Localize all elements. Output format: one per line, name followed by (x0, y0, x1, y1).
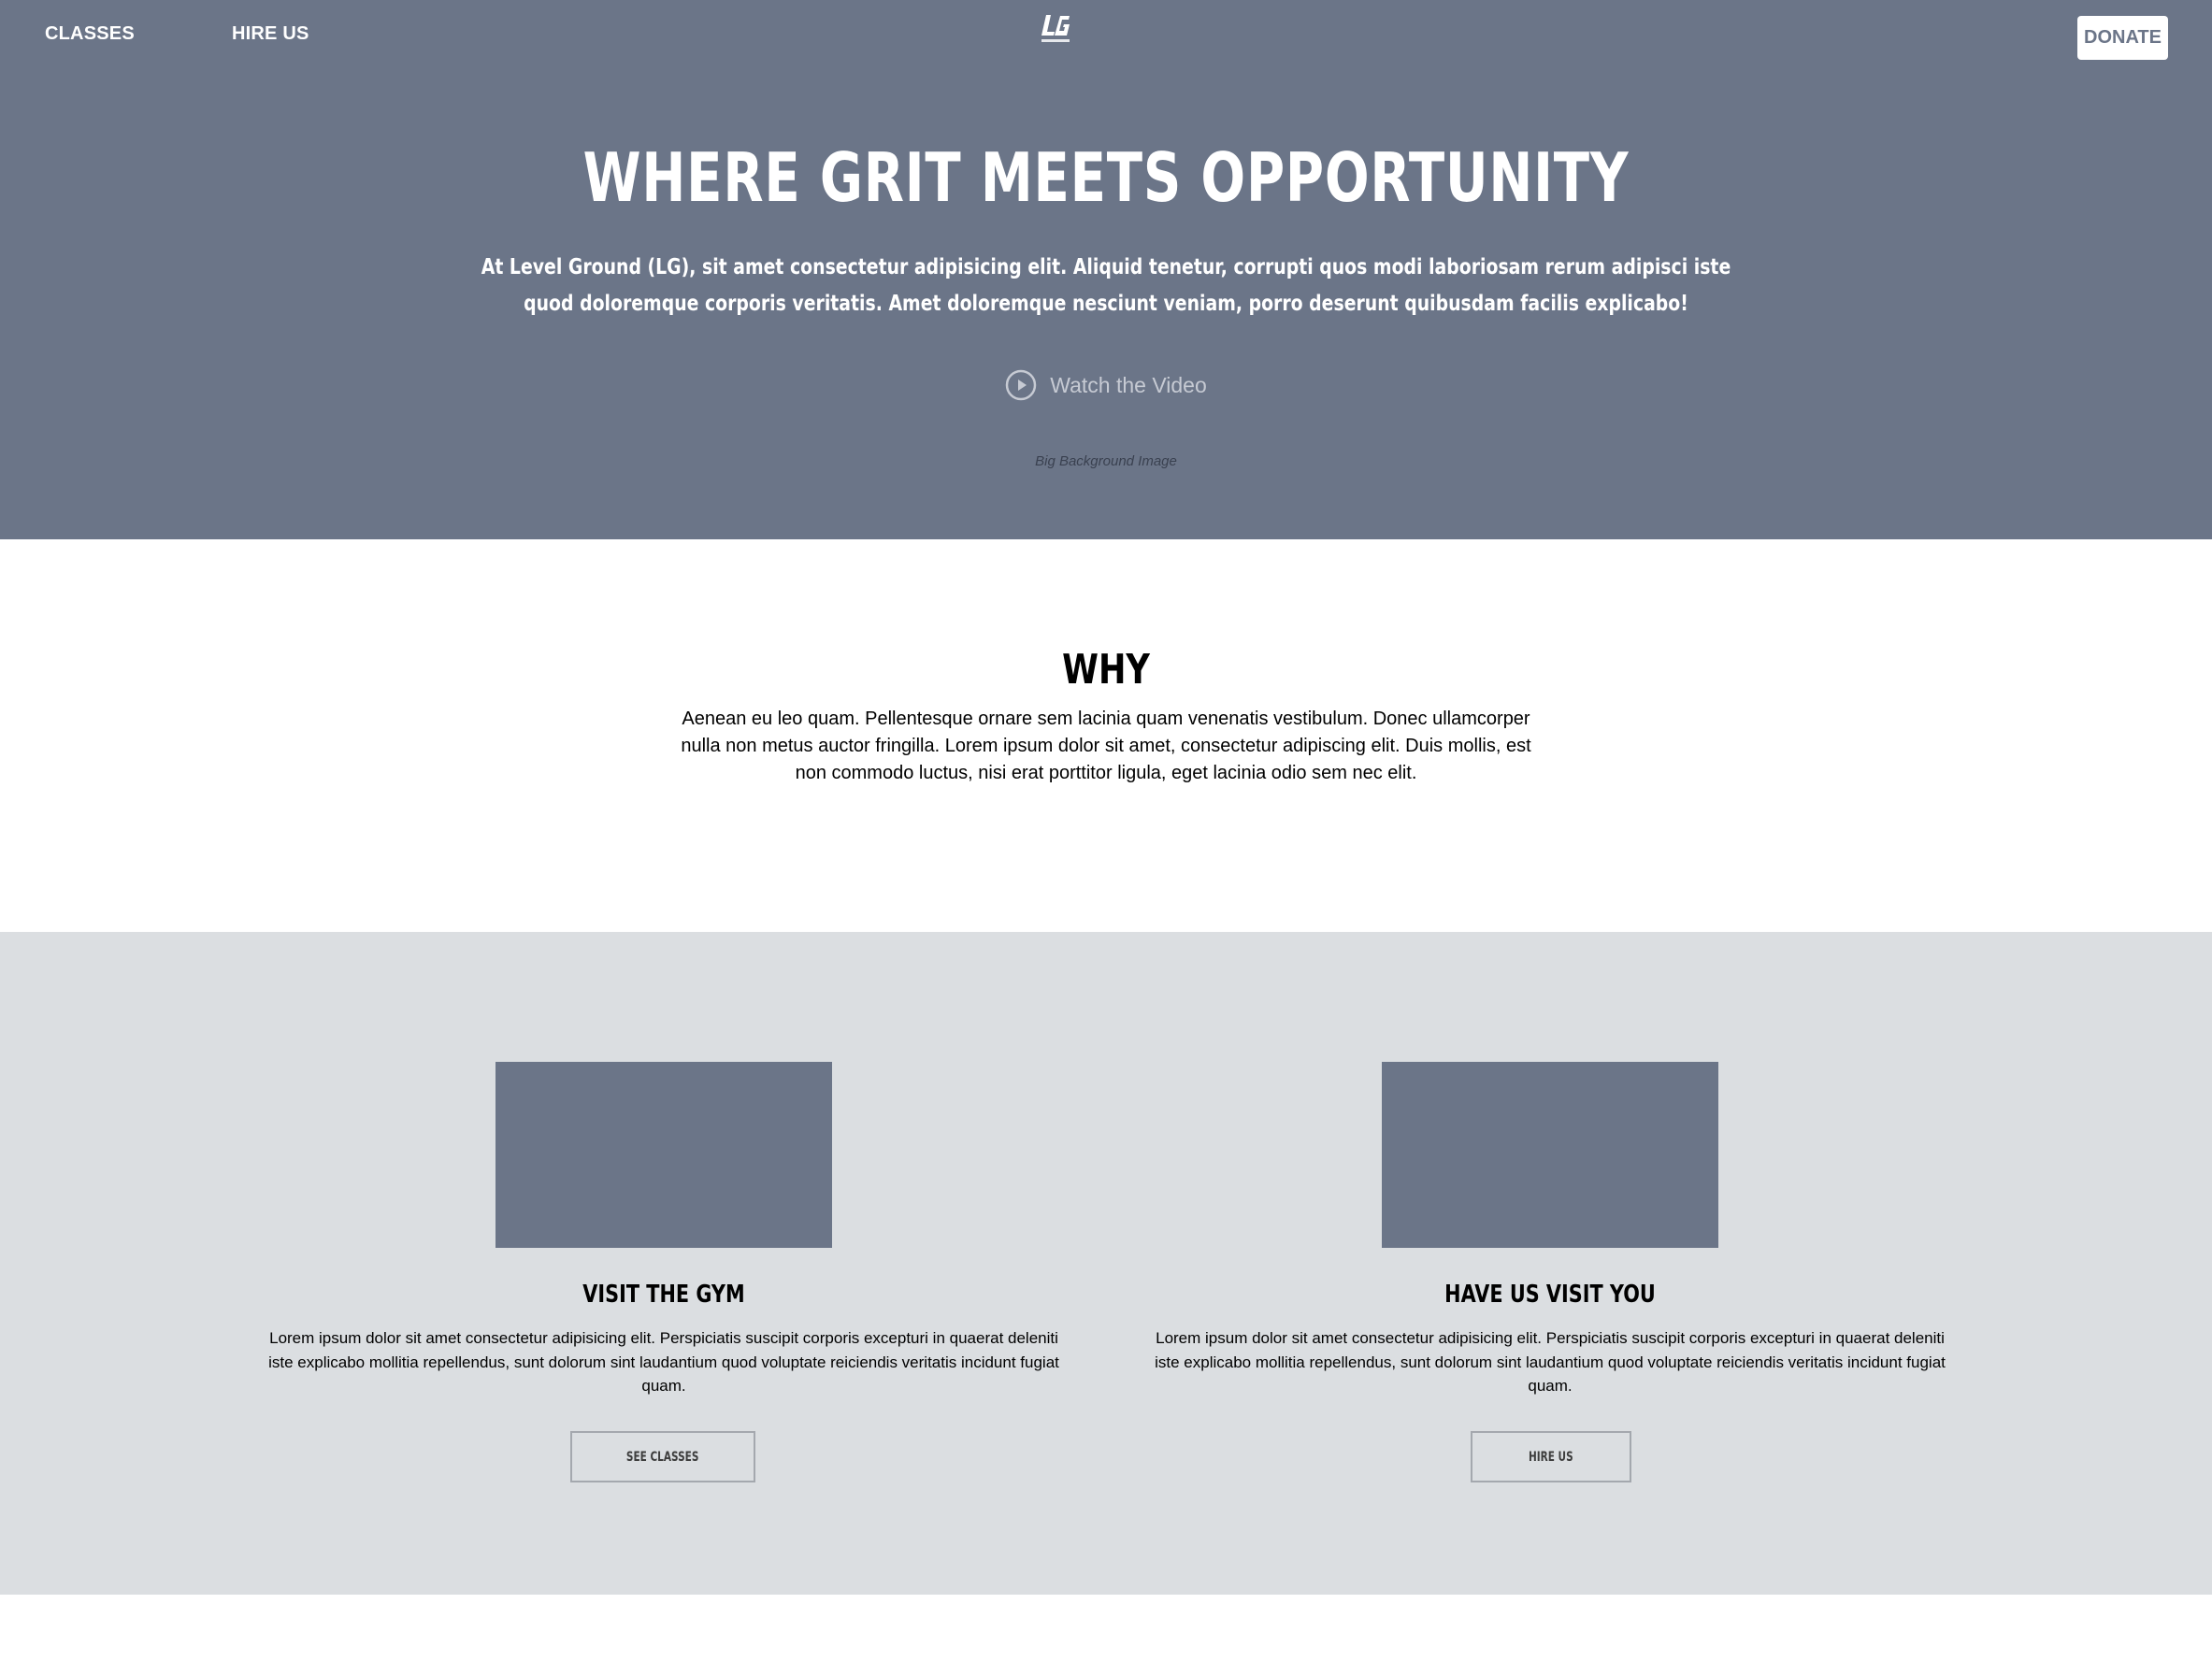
hero-title: WHERE GRIT MEETS OPPORTUNITY (582, 138, 1630, 217)
have-us-visit-card: HAVE US VISIT YOU Lorem ipsum dolor sit … (1148, 932, 1952, 1595)
visit-gym-image-placeholder (496, 1062, 832, 1248)
visit-gym-title: VISIT THE GYM (582, 1281, 745, 1309)
watch-video-link[interactable]: Watch the Video (0, 369, 2212, 401)
hero-subtitle-text: At Level Ground (LG), sit amet consectet… (481, 255, 1731, 316)
visit-gym-card: VISIT THE GYM Lorem ipsum dolor sit amet… (262, 932, 1066, 1595)
have-us-visit-image-placeholder (1382, 1062, 1718, 1248)
have-us-visit-title: HAVE US VISIT YOU (1444, 1281, 1656, 1309)
background-image-caption: Big Background Image (1035, 453, 1177, 469)
footer-spacer (0, 1595, 2212, 1661)
lg-logo-icon[interactable] (1038, 11, 1075, 49)
donate-button[interactable]: DONATE (2077, 16, 2168, 60)
hire-us-label: HIRE US (1529, 1449, 1573, 1465)
why-title: WHY (1062, 646, 1150, 694)
play-circle-icon (1006, 369, 1037, 401)
see-classes-button[interactable]: SEE CLASSES (570, 1431, 755, 1482)
hire-us-button[interactable]: HIRE US (1471, 1431, 1631, 1482)
cards-section: VISIT THE GYM Lorem ipsum dolor sit amet… (0, 932, 2212, 1595)
why-section: WHY Aenean eu leo quam. Pellentesque orn… (0, 539, 2212, 932)
why-body: Aenean eu leo quam. Pellentesque ornare … (681, 709, 1531, 783)
nav-hire-us-link[interactable]: HIRE US (232, 23, 309, 45)
hero-section: CLASSES HIRE US DONATE WHERE GRIT MEETS … (0, 0, 2212, 539)
watch-video-label: Watch the Video (1050, 372, 1207, 397)
see-classes-label: SEE CLASSES (626, 1449, 699, 1465)
hero-subtitle: At Level Ground (LG), sit amet consectet… (318, 250, 1894, 322)
visit-gym-body: Lorem ipsum dolor sit amet consectetur a… (268, 1329, 1059, 1395)
nav-classes-link[interactable]: CLASSES (45, 23, 135, 45)
have-us-visit-body: Lorem ipsum dolor sit amet consectetur a… (1155, 1329, 1946, 1395)
